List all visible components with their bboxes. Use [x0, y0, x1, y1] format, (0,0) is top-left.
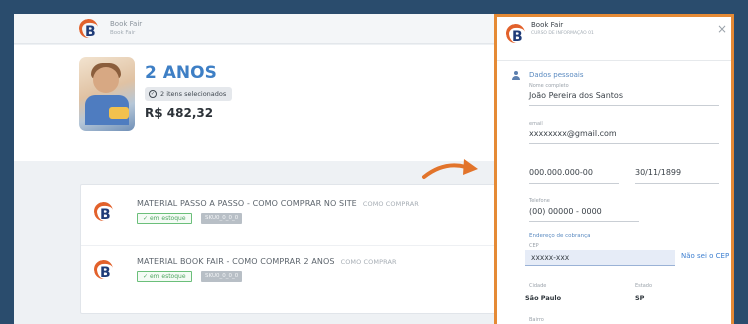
book-fair-logo: B — [92, 258, 115, 281]
birth-date-field[interactable]: 30/11/1899 — [635, 168, 681, 177]
item-title: MATERIAL PASSO A PASSO - COMO COMPRAR NO… — [137, 199, 419, 208]
cep-field[interactable]: xxxxx-xxx — [525, 250, 675, 266]
item-title: MATERIAL BOOK FAIR - COMO COMPRAR 2 ANOS… — [137, 257, 397, 266]
city-label: Cidade — [529, 283, 547, 289]
state-label: Estado — [635, 283, 653, 289]
panel-header: B Book Fair CURSO DE INFORMAÇÃO 01 × — [497, 17, 731, 61]
book-fair-logo: B — [92, 200, 115, 223]
section-billing-address: Endereço de cobrança — [529, 233, 591, 239]
phone-field[interactable]: (00) 00000 - 0000 — [529, 207, 602, 216]
panel-brand-subtitle: CURSO DE INFORMAÇÃO 01 — [531, 31, 594, 36]
check-circle-icon: ✓ — [149, 90, 157, 98]
brand-name: Book Fair — [110, 20, 143, 28]
items-selected-label: 2 itens selecionados — [160, 90, 227, 98]
email-label: email — [529, 121, 543, 127]
list-item[interactable]: B MATERIAL BOOK FAIR - COMO COMPRAR 2 AN… — [81, 245, 551, 301]
email-field[interactable]: xxxxxxxx@gmail.com — [529, 129, 617, 138]
state-field[interactable]: SP — [635, 294, 644, 302]
brand-subtitle: Book Fair — [110, 30, 136, 36]
city-field[interactable]: São Paulo — [525, 294, 561, 302]
section-personal-data: Dados pessoais — [529, 71, 584, 79]
checkout-panel: B Book Fair CURSO DE INFORMAÇÃO 01 × Dad… — [494, 14, 734, 324]
phone-label: Telefone — [529, 198, 550, 204]
name-label: Nome completo — [529, 83, 569, 89]
how-to-buy-link[interactable]: COMO COMPRAR — [341, 258, 397, 266]
in-stock-tag: ✓ em estoque — [137, 271, 192, 282]
sku-tag: SKU0_0_0_0 — [201, 271, 243, 282]
how-to-buy-link[interactable]: COMO COMPRAR — [363, 200, 419, 208]
arrow-icon — [422, 159, 478, 179]
book-fair-logo: B — [504, 22, 527, 45]
panel-brand-name: Book Fair — [531, 21, 564, 29]
district-label: Bairro — [529, 317, 544, 323]
items-selected-badge[interactable]: ✓ 2 itens selecionados — [145, 87, 233, 101]
list-item[interactable]: B MATERIAL PASSO A PASSO - COMO COMPRAR … — [81, 187, 551, 246]
product-photo — [79, 57, 135, 131]
close-icon[interactable]: × — [717, 23, 727, 35]
items-list: B MATERIAL PASSO A PASSO - COMO COMPRAR … — [80, 184, 551, 314]
cep-value: xxxxx-xxx — [531, 253, 570, 262]
total-price: R$ 482,32 — [145, 106, 214, 120]
name-field[interactable]: João Pereira dos Santos — [529, 91, 623, 100]
sku-tag: SKU0_0_0_0 — [201, 213, 243, 224]
person-icon — [511, 71, 521, 81]
cep-label: CEP — [529, 243, 539, 249]
in-stock-tag: ✓ em estoque — [137, 213, 192, 224]
book-fair-logo: B — [77, 17, 100, 40]
age-title: 2 ANOS — [145, 63, 217, 83]
unknown-cep-link[interactable]: Não sei o CEP — [681, 252, 729, 260]
cpf-field[interactable]: 000.000.000-00 — [529, 168, 593, 177]
